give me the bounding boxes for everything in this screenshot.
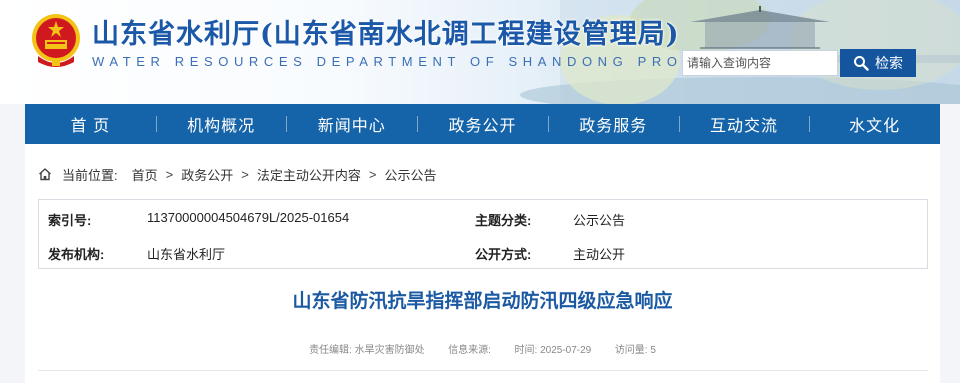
- editor-value: 水旱灾害防御处: [354, 345, 425, 356]
- site-title: 山东省水利厅(山东省南水北调工程建设管理局): [92, 19, 680, 50]
- breadcrumb-link-statutory-disclosure[interactable]: 法定主动公开内容: [257, 165, 361, 184]
- breadcrumb-link-home[interactable]: 首页: [132, 165, 158, 184]
- search-icon: [854, 56, 869, 71]
- content-divider: [38, 370, 928, 371]
- views-value: 5: [650, 345, 656, 356]
- nav-item-interaction[interactable]: 互动交流: [678, 104, 810, 144]
- nav-item-organization[interactable]: 机构概况: [155, 104, 287, 144]
- topic-category-label: 主题分类:: [475, 213, 532, 228]
- time-value: 2025-07-29: [540, 345, 592, 356]
- search-input[interactable]: [682, 50, 838, 76]
- nav-item-home[interactable]: 首 页: [25, 104, 156, 144]
- disclosure-method-value: 主动公开: [573, 247, 626, 262]
- document-meta-table: 索引号: 11370000004504679L/2025-01654 主题分类:…: [38, 199, 928, 269]
- index-number-label: 索引号:: [48, 213, 92, 228]
- breadcrumb: 当前位置: 首页 > 政务公开 > 法定主动公开内容 > 公示公告: [38, 165, 436, 184]
- site-subtitle: WATER RESOURCES DEPARTMENT OF SHANDONG P…: [92, 54, 751, 69]
- disclosure-method-label: 公开方式:: [475, 247, 532, 262]
- publisher-label: 发布机构:: [48, 247, 105, 262]
- breadcrumb-separator: >: [368, 166, 377, 182]
- site-header: 山东省水利厅(山东省南水北调工程建设管理局) WATER RESOURCES D…: [0, 0, 960, 104]
- editor-label: 责任编辑:: [309, 345, 352, 356]
- publisher-value: 山东省水利厅: [147, 247, 226, 262]
- topic-category-value: 公示公告: [573, 213, 626, 228]
- time-label: 时间:: [514, 345, 538, 356]
- nav-item-water-culture[interactable]: 水文化: [809, 104, 940, 144]
- search-button[interactable]: 检索: [840, 49, 916, 77]
- national-emblem-icon: [32, 14, 80, 67]
- nav-item-gov-affairs-public[interactable]: 政务公开: [417, 104, 548, 144]
- breadcrumb-link-gov-affairs-public[interactable]: 政务公开: [181, 165, 233, 184]
- source-label: 信息来源:: [448, 345, 491, 356]
- breadcrumb-separator: >: [241, 166, 249, 182]
- nav-item-news[interactable]: 新闻中心: [286, 104, 417, 144]
- nav-item-gov-services[interactable]: 政务服务: [547, 104, 679, 144]
- index-number-value: 11370000004504679L/2025-01654: [147, 210, 350, 225]
- views-label: 访问量:: [614, 345, 648, 356]
- article-title: 山东省防汛抗旱指挥部启动防汛四级应急响应: [292, 291, 673, 312]
- search-button-label: 检索: [875, 55, 903, 71]
- breadcrumb-separator: >: [165, 166, 174, 182]
- article-info-line: 责任编辑: 水旱灾害防御处 信息来源: 时间: 2025-07-29 访问量: …: [25, 341, 940, 356]
- main-nav: 首 页 机构概况 新闻中心 政务公开 政务服务 互动交流 水文化: [25, 104, 940, 144]
- breadcrumb-label: 当前位置:: [62, 167, 118, 183]
- home-icon: [39, 168, 51, 181]
- breadcrumb-link-announcements[interactable]: 公示公告: [384, 165, 436, 184]
